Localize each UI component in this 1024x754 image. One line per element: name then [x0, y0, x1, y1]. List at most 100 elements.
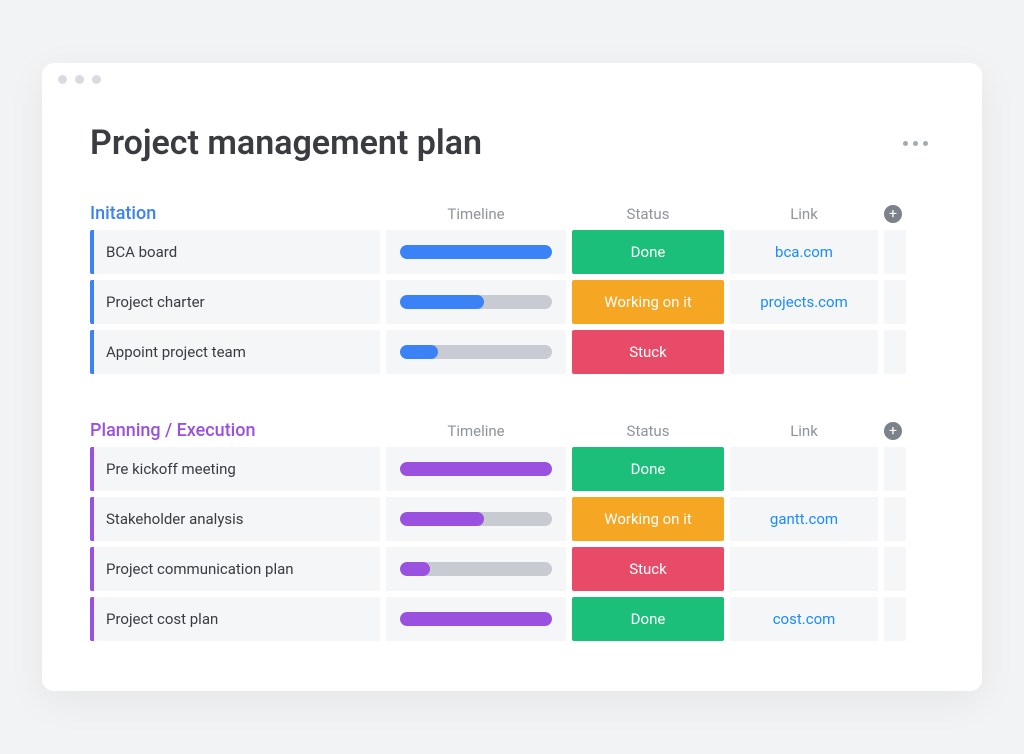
status-label: Stuck [629, 343, 667, 361]
progress-track [400, 512, 552, 526]
window-dot [75, 75, 84, 84]
add-column-button[interactable]: + [884, 422, 902, 440]
column-header-link[interactable]: Link [730, 205, 878, 223]
column-header-link[interactable]: Link [730, 422, 878, 440]
section-header: Planning / Execution Timeline Status Link + [90, 420, 934, 441]
table-row: Project cost plan Done cost.com [90, 597, 934, 641]
status-label: Done [631, 610, 666, 628]
section-gap [90, 380, 934, 420]
trailing-cell[interactable] [884, 547, 906, 591]
link-cell[interactable]: projects.com [730, 280, 878, 324]
task-name-label: Stakeholder analysis [106, 510, 244, 528]
progress-fill [400, 295, 484, 309]
plus-icon: + [889, 424, 897, 438]
task-name-cell[interactable]: Stakeholder analysis [90, 497, 380, 541]
progress-track [400, 562, 552, 576]
status-label: Working on it [604, 510, 692, 528]
status-pill: Stuck [572, 547, 724, 591]
status-cell[interactable]: Stuck [572, 547, 724, 591]
task-name-cell[interactable]: Project communication plan [90, 547, 380, 591]
status-label: Working on it [604, 293, 692, 311]
link-cell[interactable]: cost.com [730, 597, 878, 641]
task-name-cell[interactable]: Project cost plan [90, 597, 380, 641]
table-row: Stakeholder analysis Working on it gantt.c… [90, 497, 934, 541]
page-title: Project management plan [90, 123, 482, 163]
progress-fill [400, 562, 430, 576]
progress-fill [400, 345, 438, 359]
trailing-cell[interactable] [884, 330, 906, 374]
trailing-cell[interactable] [884, 230, 906, 274]
column-header-timeline[interactable]: Timeline [386, 422, 566, 440]
status-cell[interactable]: Stuck [572, 330, 724, 374]
section-title[interactable]: Initation [90, 203, 380, 224]
progress-fill [400, 612, 552, 626]
task-name-cell[interactable]: Pre kickoff meeting [90, 447, 380, 491]
sections-host: Initation Timeline Status Link + BCA board Don… [90, 203, 934, 641]
status-label: Done [631, 460, 666, 478]
row-accent [90, 597, 94, 641]
status-cell[interactable]: Working on it [572, 280, 724, 324]
window-titlebar [42, 63, 982, 95]
timeline-cell[interactable] [386, 547, 566, 591]
link-cell[interactable] [730, 330, 878, 374]
timeline-cell[interactable] [386, 447, 566, 491]
section-title[interactable]: Planning / Execution [90, 420, 380, 441]
table-row: Project charter Working on it projects.com [90, 280, 934, 324]
link-cell[interactable]: gantt.com [730, 497, 878, 541]
column-header-timeline[interactable]: Timeline [386, 205, 566, 223]
timeline-cell[interactable] [386, 230, 566, 274]
timeline-cell[interactable] [386, 497, 566, 541]
task-name-label: Project charter [106, 293, 205, 311]
section-header: Initation Timeline Status Link + [90, 203, 934, 224]
table-row: Project communication plan Stuck [90, 547, 934, 591]
link-text: bca.com [775, 243, 833, 261]
status-cell[interactable]: Done [572, 447, 724, 491]
progress-track [400, 245, 552, 259]
status-pill: Working on it [572, 280, 724, 324]
status-pill: Working on it [572, 497, 724, 541]
timeline-cell[interactable] [386, 597, 566, 641]
task-name-label: Appoint project team [106, 343, 246, 361]
task-name-cell[interactable]: Appoint project team [90, 330, 380, 374]
more-menu-button[interactable] [897, 135, 934, 152]
window-dot [92, 75, 101, 84]
status-pill: Done [572, 597, 724, 641]
header-row: Project management plan [90, 123, 934, 163]
status-cell[interactable]: Working on it [572, 497, 724, 541]
row-accent [90, 547, 94, 591]
status-label: Stuck [629, 560, 667, 578]
status-pill: Done [572, 447, 724, 491]
progress-fill [400, 512, 484, 526]
task-name-cell[interactable]: BCA board [90, 230, 380, 274]
status-cell[interactable]: Done [572, 230, 724, 274]
timeline-cell[interactable] [386, 280, 566, 324]
add-column-button[interactable]: + [884, 205, 902, 223]
link-text: cost.com [773, 610, 836, 628]
progress-track [400, 612, 552, 626]
row-accent [90, 447, 94, 491]
table-row: BCA board Done bca.com [90, 230, 934, 274]
link-cell[interactable]: bca.com [730, 230, 878, 274]
task-name-label: Project cost plan [106, 610, 218, 628]
status-label: Done [631, 243, 666, 261]
link-cell[interactable] [730, 447, 878, 491]
timeline-cell[interactable] [386, 330, 566, 374]
column-header-status[interactable]: Status [572, 205, 724, 223]
progress-track [400, 345, 552, 359]
content-area: Project management plan Initation Timelin… [42, 95, 982, 691]
column-header-status[interactable]: Status [572, 422, 724, 440]
trailing-cell[interactable] [884, 597, 906, 641]
window-dot [58, 75, 67, 84]
table-row: Appoint project team Stuck [90, 330, 934, 374]
status-cell[interactable]: Done [572, 597, 724, 641]
progress-fill [400, 245, 552, 259]
trailing-cell[interactable] [884, 497, 906, 541]
app-window: Project management plan Initation Timelin… [42, 63, 982, 691]
link-cell[interactable] [730, 547, 878, 591]
status-pill: Stuck [572, 330, 724, 374]
link-text: gantt.com [770, 510, 838, 528]
row-accent [90, 230, 94, 274]
task-name-cell[interactable]: Project charter [90, 280, 380, 324]
trailing-cell[interactable] [884, 280, 906, 324]
trailing-cell[interactable] [884, 447, 906, 491]
